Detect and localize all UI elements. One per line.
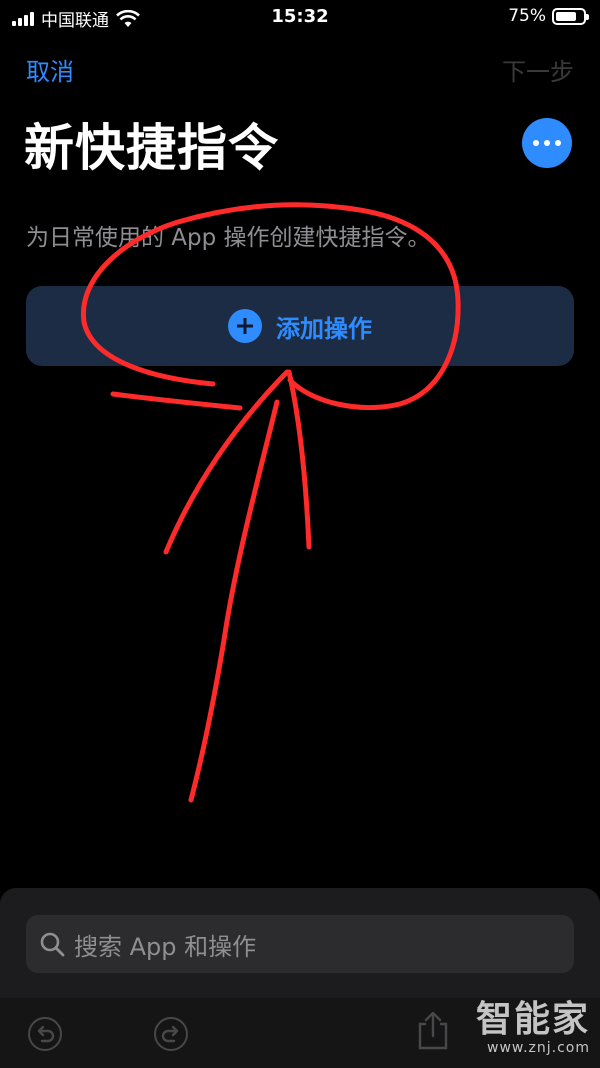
share-icon[interactable] xyxy=(414,1010,452,1050)
page-title: 新快捷指令 xyxy=(24,119,279,177)
add-action-label: 添加操作 xyxy=(276,314,372,343)
undo-icon[interactable] xyxy=(27,1016,63,1052)
action-sheet: 搜索 App 和操作 xyxy=(0,888,600,998)
next-step-button[interactable]: 下一步 xyxy=(502,52,574,87)
search-placeholder: 搜索 App 和操作 xyxy=(74,932,257,961)
annotation-arrow-right xyxy=(286,369,312,550)
watermark: 智能家 www.znj.com xyxy=(475,999,590,1057)
cancel-button[interactable]: 取消 xyxy=(26,52,74,87)
ellipsis-icon xyxy=(533,140,539,146)
annotation-arrow-shaft xyxy=(188,399,280,803)
redo-icon[interactable] xyxy=(153,1016,189,1052)
search-input[interactable]: 搜索 App 和操作 xyxy=(26,915,574,973)
search-icon xyxy=(40,932,65,957)
annotation-tail xyxy=(110,391,243,411)
battery-level xyxy=(556,11,576,21)
battery-percent: 75% xyxy=(508,6,546,26)
page-subtitle: 为日常使用的 App 操作创建快捷指令。 xyxy=(26,225,431,251)
plus-circle-icon xyxy=(228,309,262,343)
watermark-brand: 智能家 xyxy=(475,999,590,1040)
more-options-button[interactable] xyxy=(522,118,572,168)
add-action-button[interactable]: 添加操作 xyxy=(26,286,574,366)
annotation-arrow-left xyxy=(163,369,290,555)
watermark-domain: www.znj.com xyxy=(487,1040,590,1056)
status-bar: 中国联通 15:32 75% xyxy=(0,0,600,34)
status-right: 75% xyxy=(508,6,589,26)
battery-icon xyxy=(552,7,589,25)
